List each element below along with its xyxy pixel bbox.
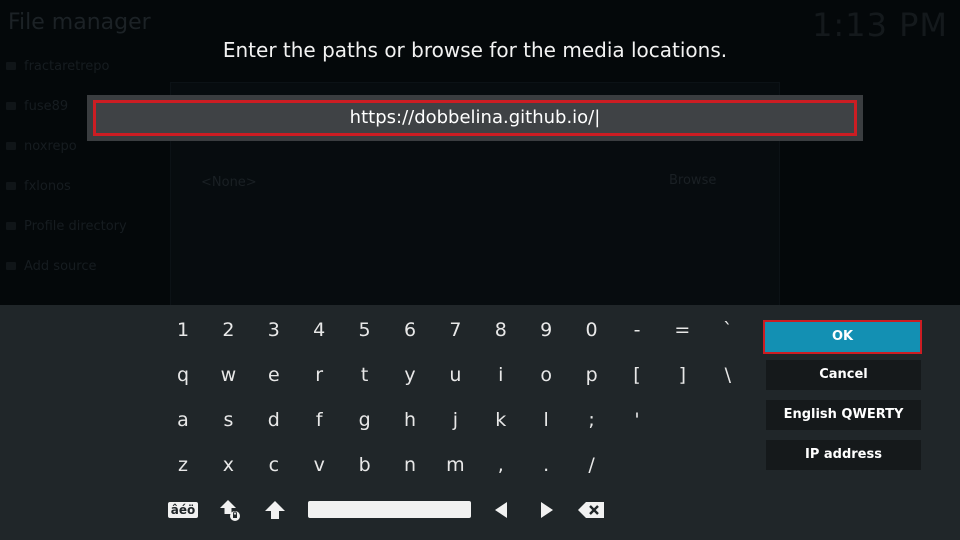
folder-icon: [6, 182, 16, 190]
input-frame: https://dobbelina.github.io/|: [87, 95, 863, 141]
background-list-item: fxlonos: [0, 166, 168, 206]
key[interactable]: /: [572, 447, 612, 483]
dialog-heading: Enter the paths or browse for the media …: [222, 38, 728, 62]
key[interactable]: x: [208, 447, 248, 483]
cursor-left-icon[interactable]: [481, 492, 521, 528]
key[interactable]: q: [163, 357, 203, 393]
folder-icon: [6, 222, 16, 230]
symbols-key[interactable]: âéö: [163, 492, 203, 528]
key[interactable]: 6: [390, 312, 430, 348]
key[interactable]: 1: [163, 312, 203, 348]
key[interactable]: 5: [345, 312, 385, 348]
shift-lock-icon[interactable]: [210, 492, 250, 528]
key[interactable]: t: [345, 357, 385, 393]
background-source-list: fractaretrepo fuse89 noxrepo fxlonos Pro…: [0, 46, 168, 286]
folder-icon: [6, 62, 16, 70]
key[interactable]: ;: [572, 402, 612, 438]
key[interactable]: 2: [208, 312, 248, 348]
key[interactable]: .: [526, 447, 566, 483]
key[interactable]: c: [254, 447, 294, 483]
key[interactable]: ,: [481, 447, 521, 483]
folder-icon: [6, 102, 16, 110]
backspace-icon[interactable]: [571, 492, 611, 528]
key[interactable]: e: [254, 357, 294, 393]
key[interactable]: n: [390, 447, 430, 483]
key[interactable]: -: [617, 312, 657, 348]
key[interactable]: [: [617, 357, 657, 393]
keyboard-layout-button[interactable]: English QWERTY: [766, 400, 921, 430]
key[interactable]: 7: [435, 312, 475, 348]
key[interactable]: 3: [254, 312, 294, 348]
key[interactable]: 8: [481, 312, 521, 348]
key[interactable]: d: [254, 402, 294, 438]
ip-address-button[interactable]: IP address: [766, 440, 921, 470]
background-title: File manager: [8, 10, 151, 35]
key[interactable]: y: [390, 357, 430, 393]
background-none-label: <None>: [201, 175, 257, 190]
key[interactable]: u: [435, 357, 475, 393]
key[interactable]: h: [390, 402, 430, 438]
shift-icon[interactable]: [255, 492, 295, 528]
key[interactable]: f: [299, 402, 339, 438]
key[interactable]: a: [163, 402, 203, 438]
onscreen-keyboard: 1 2 3 4 5 6 7 8 9 0- = ` q w e r t y u i o p[] \ a s d f g h j k l; ' z x c…: [0, 305, 960, 540]
cursor-right-icon[interactable]: [527, 492, 567, 528]
key[interactable]: 4: [299, 312, 339, 348]
path-input[interactable]: https://dobbelina.github.io/|: [93, 100, 857, 136]
key[interactable]: 0: [572, 312, 612, 348]
key[interactable]: l: [526, 402, 566, 438]
key[interactable]: ': [617, 402, 657, 438]
key[interactable]: \: [708, 357, 748, 393]
key[interactable]: m: [435, 447, 475, 483]
key[interactable]: i: [481, 357, 521, 393]
key[interactable]: v: [299, 447, 339, 483]
folder-icon: [6, 142, 16, 150]
key[interactable]: z: [163, 447, 203, 483]
key[interactable]: =: [662, 312, 702, 348]
key[interactable]: g: [345, 402, 385, 438]
background-list-item: Profile directory: [0, 206, 168, 246]
key[interactable]: ]: [662, 357, 702, 393]
background-list-item: Add source: [0, 246, 168, 286]
key[interactable]: k: [481, 402, 521, 438]
key[interactable]: w: [208, 357, 248, 393]
folder-icon: [6, 262, 16, 270]
ok-button[interactable]: OK: [763, 320, 922, 354]
key[interactable]: p: [572, 357, 612, 393]
key[interactable]: o: [526, 357, 566, 393]
space-key[interactable]: [308, 501, 471, 518]
cancel-button[interactable]: Cancel: [766, 360, 921, 390]
key[interactable]: 9: [526, 312, 566, 348]
key[interactable]: j: [435, 402, 475, 438]
key[interactable]: r: [299, 357, 339, 393]
key[interactable]: b: [345, 447, 385, 483]
key[interactable]: s: [208, 402, 248, 438]
background-browse-label: Browse: [669, 173, 717, 188]
key[interactable]: `: [708, 312, 748, 348]
